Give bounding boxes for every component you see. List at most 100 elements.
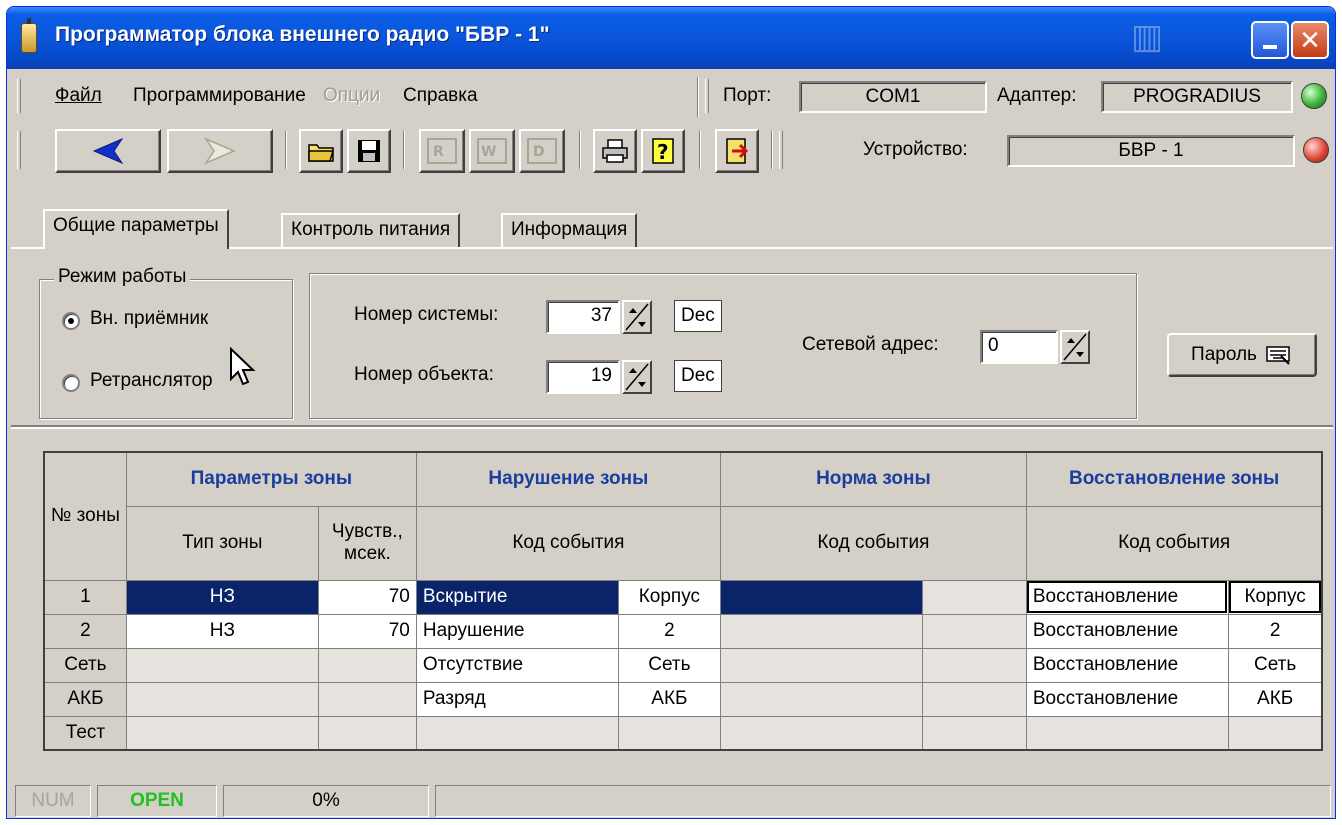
system-number-base[interactable]: Dec [674,300,722,332]
restore-source-cell[interactable]: АКБ [1227,681,1323,717]
print-icon [602,139,628,163]
object-number-spinner[interactable] [622,360,652,394]
exit-button[interactable] [715,129,759,173]
app-icon[interactable] [21,18,37,53]
forward-button[interactable] [167,129,273,173]
device-label: Устройство: [863,139,968,160]
adapter-field[interactable]: PROGRADIUS [1101,81,1293,113]
restore-source-cell[interactable]: Корпус [1227,579,1323,615]
help-button[interactable]: ? [641,129,685,173]
menu-program[interactable]: Программирование [133,85,306,107]
save-button[interactable] [347,129,391,173]
menu-options[interactable]: Опции [323,85,380,107]
print-button[interactable] [593,129,637,173]
sensitivity-cell[interactable] [317,647,417,683]
tab-info[interactable]: Информация [501,213,638,247]
system-number-input[interactable]: 37 [546,300,620,334]
minimize-button[interactable] [1251,21,1289,59]
sensitivity-cell[interactable] [317,681,417,717]
device-field[interactable]: БВР - 1 [1007,135,1295,167]
restore-source-cell[interactable]: 2 [1227,613,1323,649]
violation-source-cell[interactable]: Сеть [617,647,721,683]
restore-event-cell[interactable]: Восстановление [1025,613,1229,649]
net-address-input[interactable]: 0 [980,330,1058,364]
zone-type-cell[interactable]: НЗ [125,613,319,649]
object-number-base[interactable]: Dec [674,360,722,392]
table-row: Тест [43,715,1323,751]
tab-power[interactable]: Контроль питания [281,213,461,247]
sensitivity-cell[interactable] [317,715,417,751]
restore-event-cell[interactable]: Восстановление [1025,681,1229,717]
zone-number-header: № зоны [43,451,127,581]
port-grip[interactable] [705,79,709,113]
net-address-spinner[interactable] [1060,330,1090,364]
system-number-spinner[interactable] [622,300,652,334]
open-button[interactable] [299,129,343,173]
close-button[interactable]: ✕ [1291,21,1329,59]
zone-type-cell[interactable] [125,681,319,717]
port-field[interactable]: COM1 [799,81,987,113]
norm-source-cell[interactable] [921,579,1027,615]
menu-grip[interactable] [17,79,21,113]
write-button[interactable]: W [469,129,515,173]
restore-source-cell[interactable]: Сеть [1227,647,1323,683]
zone-type-cell[interactable] [125,715,319,751]
violation-event-cell[interactable] [415,715,619,751]
device-grip[interactable] [779,131,783,169]
svg-text:R: R [433,144,444,160]
violation-event-cell[interactable]: Отсутствие [415,647,619,683]
tab-general[interactable]: Общие параметры [43,209,229,249]
norm-source-cell[interactable] [921,613,1027,649]
params-group: Номер системы: 37 Dec Номер объекта: 19 … [309,273,1137,419]
norm-event-cell[interactable] [719,579,923,615]
zone-type-cell[interactable]: НЗ [125,579,319,615]
norm-source-cell[interactable] [921,681,1027,717]
violation-source-cell[interactable]: Корпус [617,579,721,615]
violation-source-cell[interactable] [617,715,721,751]
norm-source-cell[interactable] [921,715,1027,751]
row-number[interactable]: АКБ [43,681,127,717]
restore-source-cell[interactable] [1227,715,1323,751]
radio-receiver-label[interactable]: Вн. приёмник [90,308,208,330]
radio-repeater[interactable] [62,374,80,392]
panel-splitter[interactable] [11,425,1333,429]
violation-event-cell[interactable]: Вскрытие [415,579,619,615]
restore-event-cell[interactable]: Восстановление [1025,647,1229,683]
restore-event-cell[interactable] [1025,715,1229,751]
sensitivity-cell[interactable]: 70 [317,613,417,649]
status-num: NUM [15,785,91,817]
verify-button[interactable]: D [519,129,565,173]
violation-event-cell[interactable]: Нарушение [415,613,619,649]
radio-repeater-label[interactable]: Ретранслятор [90,370,213,392]
back-button[interactable] [55,129,161,173]
radio-receiver[interactable] [62,312,80,330]
norm-event-cell[interactable] [719,613,923,649]
norm-source-cell[interactable] [921,647,1027,683]
violation-source-cell[interactable]: 2 [617,613,721,649]
mouse-cursor-icon [230,347,256,386]
norm-event-cell[interactable] [719,647,923,683]
violation-source-cell[interactable]: АКБ [617,681,721,717]
row-number[interactable]: 1 [43,579,127,615]
norm-event-cell[interactable] [719,681,923,717]
spinner-icon [625,303,649,331]
norm-event-cell[interactable] [719,715,923,751]
row-number[interactable]: Сеть [43,647,127,683]
password-button[interactable]: Пароль [1167,333,1317,377]
sensitivity-cell[interactable]: 70 [317,579,417,615]
title-bar[interactable]: Программатор блока внешнего радио "БВР -… [7,7,1335,69]
menu-help-label: Справка [403,85,478,106]
restore-event-cell[interactable]: Восстановление [1025,579,1229,615]
restore-event-code-header: Код события [1025,505,1323,581]
row-number[interactable]: Тест [43,715,127,751]
menu-help[interactable]: Справка [403,85,478,107]
read-button[interactable]: R [419,129,465,173]
object-number-input[interactable]: 19 [546,360,620,394]
save-disk-icon [358,140,380,162]
menu-file[interactable]: Файл [55,85,102,107]
keyboard-icon [1266,346,1290,365]
toolbar-grip[interactable] [17,131,21,169]
zone-type-cell[interactable] [125,647,319,683]
violation-event-cell[interactable]: Разряд [415,681,619,717]
row-number[interactable]: 2 [43,613,127,649]
